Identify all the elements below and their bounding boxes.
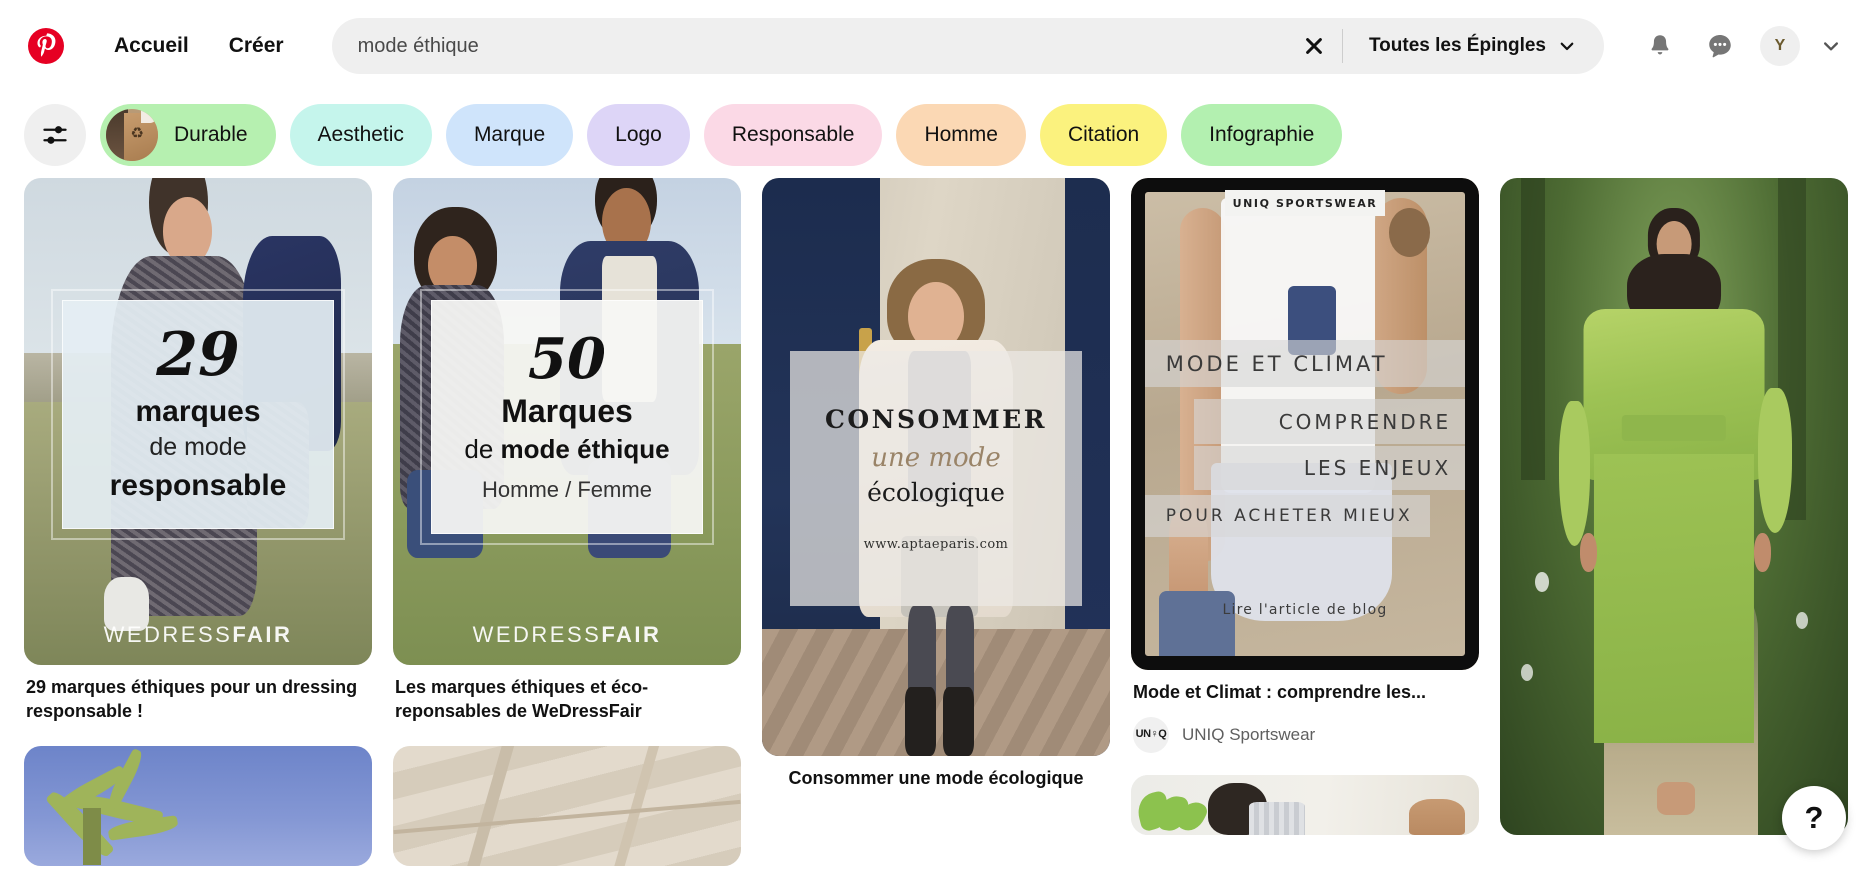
nav-item-creer[interactable]: Créer — [209, 22, 304, 70]
nav-item-accueil[interactable]: Accueil — [94, 22, 209, 70]
overlay-line-2: une mode — [871, 443, 1001, 474]
overlay-brand: UNIQ SPORTSWEAR — [1224, 190, 1386, 216]
avatar-initial: Y — [1774, 37, 1786, 54]
pin-card[interactable] — [24, 745, 372, 866]
search-input[interactable] — [357, 18, 1292, 74]
search-scope-dropdown[interactable]: Toutes les Épingles — [1359, 25, 1598, 67]
pin-title: Les marques éthiques et éco-reponsables … — [395, 677, 649, 721]
filter-chip-logo[interactable]: Logo — [587, 104, 690, 166]
filter-chip-label: Citation — [1067, 123, 1140, 146]
filter-chip-citation[interactable]: Citation — [1039, 104, 1168, 166]
help-button[interactable]: ? — [1782, 786, 1846, 850]
filter-chip-infographie[interactable]: Infographie — [1181, 104, 1343, 166]
pin-title: 29 marques éthiques pour un dressing res… — [26, 677, 358, 721]
overlay-number: 50 — [528, 325, 606, 392]
grid-column-5 — [1500, 178, 1848, 835]
pin-card[interactable]: 29 marques de mode responsable WEDRESSFA… — [24, 178, 372, 724]
overlay-line-2: de mode — [149, 433, 247, 462]
overlay-line-3: Homme / Femme — [482, 476, 652, 502]
overlay-line-2: de mode éthique — [464, 433, 670, 464]
filter-chip-label: Durable — [174, 123, 248, 146]
pin-image-scene — [1500, 178, 1848, 835]
pin-brand-watermark: WEDRESSFAIR — [103, 621, 293, 647]
overlay-line-1: Marques — [501, 392, 633, 429]
overlay-line-3: LES ENJEUX — [1193, 446, 1466, 491]
overlay-line-2: COMPRENDRE — [1193, 399, 1466, 444]
top-navigation-bar: Accueil Créer Toutes les Épingles — [0, 0, 1872, 92]
avatar[interactable]: Y — [1760, 26, 1800, 66]
account-chevron-down-icon[interactable] — [1812, 23, 1850, 69]
filter-chip-label: Marque — [473, 123, 546, 146]
filter-chip-marque[interactable]: Marque — [445, 104, 574, 166]
header-actions: Y — [1632, 18, 1850, 74]
filter-chip-homme[interactable]: Homme — [896, 104, 1026, 166]
pin-image-scene — [1131, 774, 1479, 835]
overlay-cta[interactable]: Lire l'article de blog — [1131, 602, 1479, 618]
pin-card[interactable]: UNIQ SPORTSWEAR MODE ET CLIMAT COMPRENDR… — [1131, 178, 1479, 753]
filter-chip-label: Responsable — [731, 123, 855, 146]
sliders-icon[interactable] — [24, 104, 86, 166]
filter-chip-label: Aesthetic — [317, 123, 404, 146]
filter-chip-durable[interactable]: ♻ Durable — [100, 104, 276, 166]
pin-image-scene — [393, 745, 741, 866]
filter-chip-label: Logo — [615, 123, 662, 146]
pin-image[interactable] — [1131, 774, 1479, 835]
filter-chips-row: ♻ Durable Aesthetic Marque Logo Responsa… — [0, 92, 1872, 178]
pin-title: Mode et Climat : comprendre les... — [1133, 682, 1427, 702]
pin-text-overlay: CONSOMMER une mode écologique www.aptaep… — [789, 351, 1083, 606]
pin-image[interactable] — [24, 745, 372, 866]
pin-image[interactable] — [1500, 178, 1848, 835]
filter-chip-responsable[interactable]: Responsable — [703, 104, 883, 166]
overlay-line-1: marques — [135, 395, 261, 429]
pin-image[interactable]: 29 marques de mode responsable WEDRESSFA… — [24, 178, 372, 665]
pin-image[interactable]: 50 Marques de mode éthique Homme / Femme… — [393, 178, 741, 665]
pin-image[interactable]: UNIQ SPORTSWEAR MODE ET CLIMAT COMPRENDR… — [1131, 178, 1479, 670]
attribution-avatar: UN♀Q — [1133, 716, 1169, 753]
pin-text-overlay: 50 Marques de mode éthique Homme / Femme — [420, 288, 714, 545]
pin-results-grid: 29 marques de mode responsable WEDRESSFA… — [0, 178, 1872, 874]
overlay-line-1: MODE ET CLIMAT — [1144, 340, 1466, 388]
search-scope-label: Toutes les Épingles — [1368, 35, 1546, 56]
grid-column-2: 50 Marques de mode éthique Homme / Femme… — [393, 178, 741, 866]
pin-brand-watermark: WEDRESSFAIR — [472, 621, 662, 647]
pin-title: Consommer une mode écologique — [788, 768, 1084, 788]
pin-card[interactable] — [393, 745, 741, 866]
masonry-columns: 29 marques de mode responsable WEDRESSFA… — [24, 178, 1848, 866]
pin-card[interactable]: CONSOMMER une mode écologique www.aptaep… — [762, 178, 1110, 791]
overlay-line-4: POUR ACHETER MIEUX — [1144, 495, 1431, 538]
grid-column-3: CONSOMMER une mode écologique www.aptaep… — [762, 178, 1110, 791]
pinterest-logo-icon[interactable] — [22, 22, 70, 70]
chevron-down-icon — [1560, 42, 1574, 51]
pin-attribution[interactable]: UN♀Q UNIQ Sportswear — [1131, 716, 1479, 753]
pin-image[interactable] — [393, 745, 741, 866]
chat-bubble-icon[interactable] — [1692, 18, 1748, 74]
overlay-number: 29 — [156, 320, 240, 391]
close-icon[interactable] — [1292, 24, 1336, 68]
pin-card[interactable] — [1500, 178, 1848, 835]
filter-chip-aesthetic[interactable]: Aesthetic — [289, 104, 432, 166]
bell-icon[interactable] — [1632, 18, 1688, 74]
grid-column-4: UNIQ SPORTSWEAR MODE ET CLIMAT COMPRENDR… — [1131, 178, 1479, 835]
filter-chip-label: Homme — [924, 123, 998, 146]
pin-card[interactable] — [1131, 774, 1479, 835]
overlay-line-1: CONSOMMER — [824, 405, 1047, 435]
pin-image[interactable]: CONSOMMER une mode écologique www.aptaep… — [762, 178, 1110, 756]
search-bar[interactable]: Toutes les Épingles — [331, 18, 1604, 74]
attribution-name: UNIQ Sportswear — [1182, 724, 1316, 744]
pin-card[interactable]: 50 Marques de mode éthique Homme / Femme… — [393, 178, 741, 724]
overlay-url: www.aptaeparis.com — [863, 537, 1009, 553]
filter-chip-label: Infographie — [1209, 123, 1315, 146]
overlay-line-3: écologique — [867, 478, 1005, 508]
pin-image-scene — [24, 745, 372, 866]
grid-column-1: 29 marques de mode responsable WEDRESSFA… — [24, 178, 372, 866]
overlay-line-3: responsable — [109, 469, 287, 503]
chip-thumbnail-image: ♻ — [106, 109, 158, 161]
search-divider — [1341, 29, 1343, 63]
pin-text-overlay: 29 marques de mode responsable — [51, 288, 345, 540]
